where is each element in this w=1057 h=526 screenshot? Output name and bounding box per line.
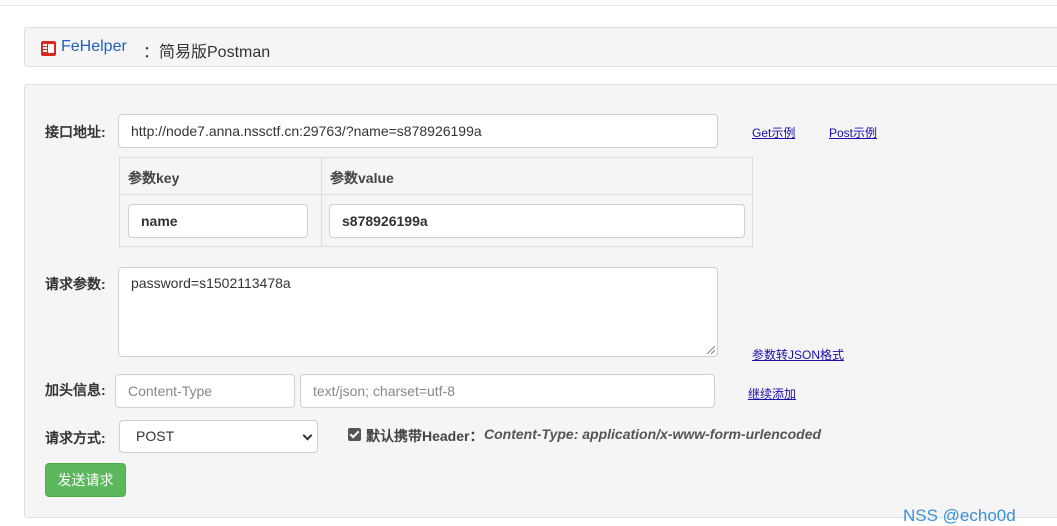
resize-handle-icon[interactable] [707, 346, 715, 354]
body-params-textarea[interactable]: password=s1502113478a [118, 267, 718, 357]
top-divider [0, 0, 1057, 6]
method-label: 请求方式: [45, 430, 106, 446]
send-request-button[interactable]: 发送请求 [45, 463, 126, 497]
app-header: FeHelper ：简易版Postman [24, 27, 1057, 67]
param-value-input[interactable]: s878926199a [329, 204, 745, 238]
url-input[interactable]: http://node7.anna.nssctf.cn:29763/?name=… [118, 114, 718, 148]
body-params-label: 请求参数: [45, 276, 106, 292]
param-key-header: 参数key [128, 170, 180, 186]
header-divider [120, 194, 752, 195]
fehelper-logo-icon [41, 41, 56, 56]
header-key-input[interactable]: Content-Type [115, 374, 295, 408]
method-selected-value: POST [136, 428, 175, 444]
url-label: 接口地址: [45, 124, 106, 140]
default-header-value: Content-Type: application/x-www-form-url… [484, 426, 822, 442]
method-select[interactable]: POST [119, 420, 318, 453]
chevron-down-icon [302, 430, 313, 441]
query-params-table: 参数key 参数value name s878926199a [119, 157, 753, 247]
add-header-link[interactable]: 继续添加 [748, 385, 796, 402]
post-example-link[interactable]: Post示例 [829, 124, 877, 141]
column-divider [321, 158, 322, 246]
header-value-input[interactable]: text/json; charset=utf-8 [300, 374, 715, 408]
default-header-label: 默认携带Header： [366, 428, 484, 444]
param-value-header: 参数value [330, 170, 394, 186]
headers-label: 加头信息: [45, 382, 106, 398]
brand-link[interactable]: FeHelper [61, 38, 127, 56]
watermark-text: NSS @echo0d [903, 506, 1016, 525]
body-params-text: password=s1502113478a [131, 275, 291, 291]
page-title: ：简易版Postman [143, 44, 271, 61]
param-key-input[interactable]: name [128, 204, 308, 238]
default-header-checkbox[interactable] [348, 428, 361, 441]
get-example-link[interactable]: Get示例 [752, 124, 795, 141]
to-json-link[interactable]: 参数转JSON格式 [752, 346, 844, 363]
